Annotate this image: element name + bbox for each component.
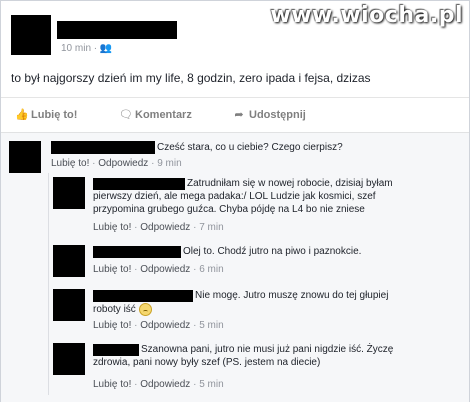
replier-avatar[interactable] [53, 343, 85, 375]
reply-actions: Lubię to! · Odpowiedz · 6 min [93, 264, 224, 275]
author-avatar[interactable] [11, 15, 51, 55]
reply-text-line: Zatrudniłam się w nowej robocie, dzisiaj… [187, 178, 393, 189]
commenter-name-redacted[interactable] [51, 141, 155, 154]
post-time[interactable]: 10 min [61, 43, 91, 54]
reply-text-line: pierwszy dzień, ale mega padaka:/ LOL Lu… [93, 191, 376, 202]
frown-emoji-icon [138, 303, 152, 316]
reply-text-line-with-emoji: roboty iść [93, 303, 152, 316]
replier-name-redacted[interactable] [93, 344, 139, 356]
watermark: www.wiocha.pl [270, 3, 463, 28]
reply-like-link[interactable]: Lubię to! [93, 264, 131, 275]
reply-text-line: roboty iść [93, 304, 136, 316]
reply-text: Olej to. Chodź jutro na piwo i paznokcie… [183, 246, 362, 257]
comment-like-link[interactable]: Lubię to! [51, 158, 89, 169]
reply-reply-link[interactable]: Odpowiedz [140, 222, 190, 233]
reply-reply-link[interactable]: Odpowiedz [140, 379, 190, 390]
author-name-redacted[interactable] [57, 21, 177, 39]
reply-reply-link[interactable]: Odpowiedz [140, 264, 190, 275]
reply-like-link[interactable]: Lubię to! [93, 379, 131, 390]
reply: Zatrudniłam się w nowej robocie, dzisiaj… [53, 177, 463, 241]
replier-name-redacted[interactable] [93, 290, 193, 302]
post-meta: 10 min · 👥 [61, 43, 112, 54]
like-button[interactable]: 👍 Lubię to! [15, 108, 77, 121]
comment: Cześć stara, co u ciebie? Czego cierpisz… [9, 141, 459, 175]
share-button[interactable]: ➦ Udostępnij [233, 108, 306, 121]
reply-like-link[interactable]: Lubię to! [93, 320, 131, 331]
comment-time[interactable]: 9 min [157, 158, 181, 169]
comment-reply-link[interactable]: Odpowiedz [98, 158, 148, 169]
reply: Nie mogę. Jutro muszę znowu do tej głupi… [53, 289, 463, 335]
reply-time[interactable]: 6 min [199, 264, 223, 275]
reply-thread-line [48, 173, 49, 395]
replier-avatar[interactable] [53, 289, 85, 321]
reply: Szanowna pani, jutro nie musi już pani n… [53, 343, 463, 397]
reply-text-line: przypomina grubego guźca. Chyba pójdę na… [93, 204, 365, 215]
share-label: Udostępnij [249, 109, 306, 121]
reply-text-line: zdrowia, pani nowy były szef (PS. jestem… [93, 357, 321, 368]
post-text: to był najgorszy dzień im my life, 8 god… [11, 71, 371, 85]
comment-actions: Lubię to! · Odpowiedz · 9 min [51, 158, 182, 169]
reply-text-line: Szanowna pani, jutro nie musi już pani n… [141, 344, 394, 355]
reply-actions: Lubię to! · Odpowiedz · 5 min [93, 320, 224, 331]
replier-name-redacted[interactable] [93, 246, 181, 258]
reply-like-link[interactable]: Lubię to! [93, 222, 131, 233]
reply-text-line: Nie mogę. Jutro muszę znowu do tej głupi… [195, 290, 389, 301]
reply-reply-link[interactable]: Odpowiedz [140, 320, 190, 331]
friends-icon[interactable]: 👥 [100, 43, 112, 54]
comment-label: Komentarz [135, 109, 192, 121]
reply-time[interactable]: 5 min [199, 379, 223, 390]
replier-avatar[interactable] [53, 245, 85, 277]
reply-actions: Lubię to! · Odpowiedz · 5 min [93, 379, 224, 390]
comment-button[interactable]: 🗨 Komentarz [119, 108, 192, 121]
post-actions-bar: 👍 Lubię to! 🗨 Komentarz ➦ Udostępnij [1, 97, 469, 132]
facebook-post-card: www.wiocha.pl 10 min · 👥 to był najgorsz… [0, 0, 470, 402]
replier-avatar[interactable] [53, 177, 85, 209]
reply-time[interactable]: 5 min [199, 320, 223, 331]
reply: Olej to. Chodź jutro na piwo i paznokcie… [53, 245, 463, 281]
speech-bubble-icon: 🗨 [119, 109, 133, 121]
thumbs-up-icon: 👍 [15, 109, 29, 121]
replier-name-redacted[interactable] [93, 178, 185, 190]
like-label: Lubię to! [31, 109, 78, 121]
commenter-avatar[interactable] [9, 141, 41, 173]
reply-actions: Lubię to! · Odpowiedz · 7 min [93, 222, 224, 233]
comment-text: Cześć stara, co u ciebie? Czego cierpisz… [157, 142, 343, 153]
share-arrow-icon: ➦ [234, 109, 244, 121]
reply-time[interactable]: 7 min [199, 222, 223, 233]
comments-section: Cześć stara, co u ciebie? Czego cierpisz… [1, 132, 469, 402]
